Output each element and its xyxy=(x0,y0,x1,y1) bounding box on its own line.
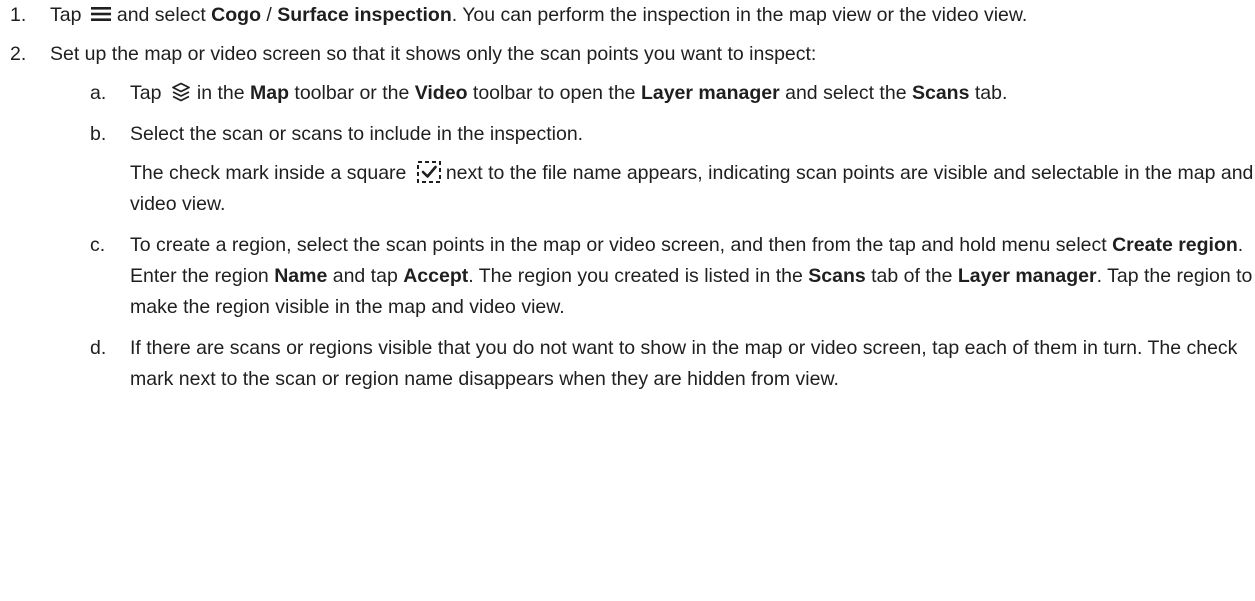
text: and select the xyxy=(779,82,912,104)
text: toolbar to open the xyxy=(467,82,641,104)
text: Select the scan or scans to include in t… xyxy=(130,123,584,145)
ui-term: Layer manager xyxy=(957,265,1097,287)
ui-term: Map xyxy=(249,82,289,104)
ui-term: Cogo xyxy=(211,4,261,26)
step-2: 2. Set up the map or video screen so tha… xyxy=(0,39,1255,395)
document-body: 1. Tap and select Cogo / Surface inspect… xyxy=(0,0,1255,601)
text: tab of the xyxy=(865,265,958,287)
checkbox-icon xyxy=(416,160,442,184)
substep-letter: c. xyxy=(90,234,106,256)
ui-term: Surface inspection xyxy=(277,4,452,26)
ui-term: Layer manager xyxy=(640,82,780,104)
text: . The region you created is listed in th… xyxy=(468,265,809,287)
substeps: a. Tap in the Map toolbar or the Video t… xyxy=(50,78,1255,395)
procedure-steps: 1. Tap and select Cogo / Surface inspect… xyxy=(0,0,1255,395)
step-number: 2. xyxy=(10,43,27,65)
text: in the xyxy=(196,82,250,104)
text: / xyxy=(261,4,278,26)
ui-term: Accept xyxy=(403,265,469,287)
step-text: Tap and select Cogo / Surface inspection… xyxy=(50,0,1255,31)
text: toolbar or the xyxy=(288,82,415,104)
text: The check mark inside a square xyxy=(130,162,412,184)
step-number: 1. xyxy=(10,4,27,26)
substep-a: a. Tap in the Map toolbar or the Video t… xyxy=(50,78,1255,109)
menu-icon xyxy=(90,6,111,22)
substep-d: d. If there are scans or regions visible… xyxy=(50,333,1255,395)
ui-term: Video xyxy=(414,82,468,104)
text: Set up the map or video screen so that i… xyxy=(50,43,817,65)
text: To create a region, select the scan poin… xyxy=(130,234,1113,256)
step-note: The check mark inside a square next to t… xyxy=(130,158,1255,220)
ui-term: Name xyxy=(274,265,328,287)
substep-letter: b. xyxy=(90,123,107,145)
layers-icon xyxy=(171,82,191,102)
text: and select xyxy=(116,4,212,26)
substep-b: b. Select the scan or scans to include i… xyxy=(50,119,1255,220)
step-text: Set up the map or video screen so that i… xyxy=(50,39,1255,70)
text: and tap xyxy=(327,265,404,287)
step-1: 1. Tap and select Cogo / Surface inspect… xyxy=(0,0,1255,31)
text: tab. xyxy=(969,82,1008,104)
text: Tap xyxy=(50,4,87,26)
substep-letter: d. xyxy=(90,337,107,359)
substep-c: c. To create a region, select the scan p… xyxy=(50,230,1255,323)
ui-term: Scans xyxy=(808,265,866,287)
text: . You can perform the inspection in the … xyxy=(451,4,1028,26)
ui-term: Scans xyxy=(911,82,970,104)
ui-term: Create region xyxy=(1112,234,1238,256)
substep-letter: a. xyxy=(90,82,107,104)
text: Tap xyxy=(130,82,167,104)
text: If there are scans or regions visible th… xyxy=(130,337,1238,390)
